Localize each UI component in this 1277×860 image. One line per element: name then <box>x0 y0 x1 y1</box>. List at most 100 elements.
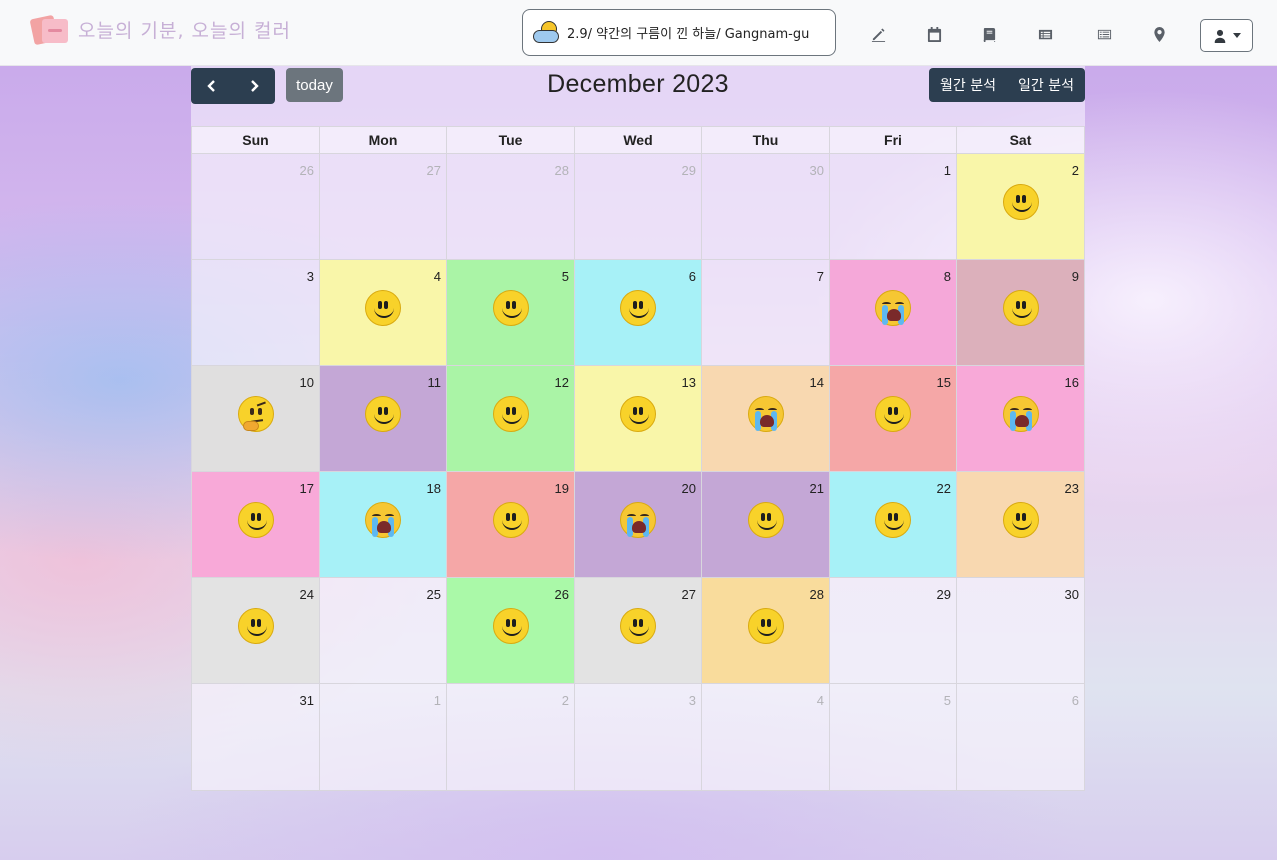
brand-link[interactable]: 오늘의 기분, 오늘의 컬러 <box>29 13 291 46</box>
week-row: 3 4 5 6 7 8 9 <box>192 260 1084 366</box>
day-cell[interactable]: 7 <box>702 260 830 365</box>
day-number[interactable]: 8 <box>944 269 951 284</box>
day-cell[interactable]: 23 <box>957 472 1084 577</box>
day-cell[interactable]: 2 <box>447 684 575 790</box>
day-number[interactable]: 5 <box>562 269 569 284</box>
list-icon[interactable] <box>1037 26 1053 42</box>
day-cell[interactable]: 6 <box>575 260 702 365</box>
user-menu-button[interactable] <box>1200 19 1253 52</box>
smiley-face-icon <box>365 290 401 326</box>
day-number[interactable]: 1 <box>944 163 951 178</box>
day-cell[interactable]: 10 <box>192 366 320 471</box>
day-number[interactable]: 2 <box>1072 163 1079 178</box>
day-cell[interactable]: 28 <box>702 578 830 683</box>
day-number[interactable]: 10 <box>300 375 314 390</box>
day-number[interactable]: 3 <box>307 269 314 284</box>
monthly-analysis-button[interactable]: 월간 분석 <box>929 68 1008 102</box>
day-number[interactable]: 1 <box>434 693 441 708</box>
day-number[interactable]: 29 <box>682 163 696 178</box>
day-number[interactable]: 30 <box>1065 587 1079 602</box>
day-cell[interactable]: 27 <box>320 154 447 259</box>
day-number[interactable]: 13 <box>682 375 696 390</box>
day-cell[interactable]: 15 <box>830 366 957 471</box>
day-cell[interactable]: 31 <box>192 684 320 790</box>
day-number[interactable]: 4 <box>817 693 824 708</box>
day-cell[interactable]: 26 <box>447 578 575 683</box>
day-number[interactable]: 5 <box>944 693 951 708</box>
day-cell[interactable]: 28 <box>447 154 575 259</box>
day-cell[interactable]: 20 <box>575 472 702 577</box>
day-number[interactable]: 15 <box>937 375 951 390</box>
day-cell[interactable]: 29 <box>830 578 957 683</box>
navbar: 오늘의 기분, 오늘의 컬러 2.9/ 약간의 구름이 낀 하늘/ Gangna… <box>0 0 1277 66</box>
day-number[interactable]: 23 <box>1065 481 1079 496</box>
day-cell[interactable]: 4 <box>702 684 830 790</box>
day-cell[interactable]: 14 <box>702 366 830 471</box>
day-number[interactable]: 22 <box>937 481 951 496</box>
day-cell[interactable]: 18 <box>320 472 447 577</box>
day-number[interactable]: 20 <box>682 481 696 496</box>
day-number[interactable]: 21 <box>810 481 824 496</box>
day-cell[interactable]: 19 <box>447 472 575 577</box>
day-cell[interactable]: 9 <box>957 260 1084 365</box>
book-icon[interactable] <box>981 26 997 42</box>
day-cell[interactable]: 26 <box>192 154 320 259</box>
day-number[interactable]: 6 <box>1072 693 1079 708</box>
day-cell[interactable]: 3 <box>575 684 702 790</box>
day-number[interactable]: 27 <box>682 587 696 602</box>
day-cell[interactable]: 12 <box>447 366 575 471</box>
day-cell[interactable]: 21 <box>702 472 830 577</box>
day-cell[interactable]: 11 <box>320 366 447 471</box>
day-number[interactable]: 19 <box>555 481 569 496</box>
day-cell[interactable]: 5 <box>830 684 957 790</box>
day-cell[interactable]: 8 <box>830 260 957 365</box>
day-number[interactable]: 25 <box>427 587 441 602</box>
day-cell[interactable]: 3 <box>192 260 320 365</box>
day-cell[interactable]: 2 <box>957 154 1084 259</box>
day-number[interactable]: 30 <box>810 163 824 178</box>
edit-icon[interactable] <box>870 26 886 42</box>
day-number[interactable]: 29 <box>937 587 951 602</box>
day-number[interactable]: 11 <box>428 375 442 390</box>
day-number[interactable]: 31 <box>300 693 314 708</box>
day-cell[interactable]: 1 <box>830 154 957 259</box>
day-number[interactable]: 17 <box>300 481 314 496</box>
day-cell[interactable]: 4 <box>320 260 447 365</box>
day-number[interactable]: 27 <box>427 163 441 178</box>
day-cell[interactable]: 5 <box>447 260 575 365</box>
day-cell[interactable]: 22 <box>830 472 957 577</box>
day-cell[interactable]: 13 <box>575 366 702 471</box>
day-number[interactable]: 14 <box>810 375 824 390</box>
day-cell[interactable]: 17 <box>192 472 320 577</box>
calendar-icon[interactable] <box>926 26 942 42</box>
day-number[interactable]: 4 <box>434 269 441 284</box>
day-number[interactable]: 18 <box>427 481 441 496</box>
day-number[interactable]: 12 <box>555 375 569 390</box>
day-cell[interactable]: 27 <box>575 578 702 683</box>
smiley-face-icon <box>237 502 274 538</box>
day-cell[interactable]: 25 <box>320 578 447 683</box>
day-cell[interactable]: 29 <box>575 154 702 259</box>
smiley-face-icon <box>747 608 784 644</box>
day-number[interactable]: 26 <box>300 163 314 178</box>
day-cell[interactable]: 16 <box>957 366 1084 471</box>
location-icon[interactable] <box>1151 26 1167 42</box>
day-cell[interactable]: 1 <box>320 684 447 790</box>
day-cell[interactable]: 30 <box>702 154 830 259</box>
day-cell[interactable]: 24 <box>192 578 320 683</box>
day-number[interactable]: 9 <box>1072 269 1079 284</box>
day-number[interactable]: 28 <box>810 587 824 602</box>
day-number[interactable]: 7 <box>817 269 824 284</box>
day-number[interactable]: 24 <box>300 587 314 602</box>
day-number[interactable]: 28 <box>555 163 569 178</box>
day-number[interactable]: 6 <box>689 269 696 284</box>
day-cell[interactable]: 30 <box>957 578 1084 683</box>
day-number[interactable]: 3 <box>689 693 696 708</box>
day-number[interactable]: 26 <box>555 587 569 602</box>
smiley-face-icon <box>1002 184 1039 220</box>
list-alt-icon[interactable] <box>1096 26 1112 42</box>
daily-analysis-button[interactable]: 일간 분석 <box>1007 68 1085 102</box>
day-cell[interactable]: 6 <box>957 684 1084 790</box>
day-number[interactable]: 2 <box>562 693 569 708</box>
day-number[interactable]: 16 <box>1065 375 1079 390</box>
